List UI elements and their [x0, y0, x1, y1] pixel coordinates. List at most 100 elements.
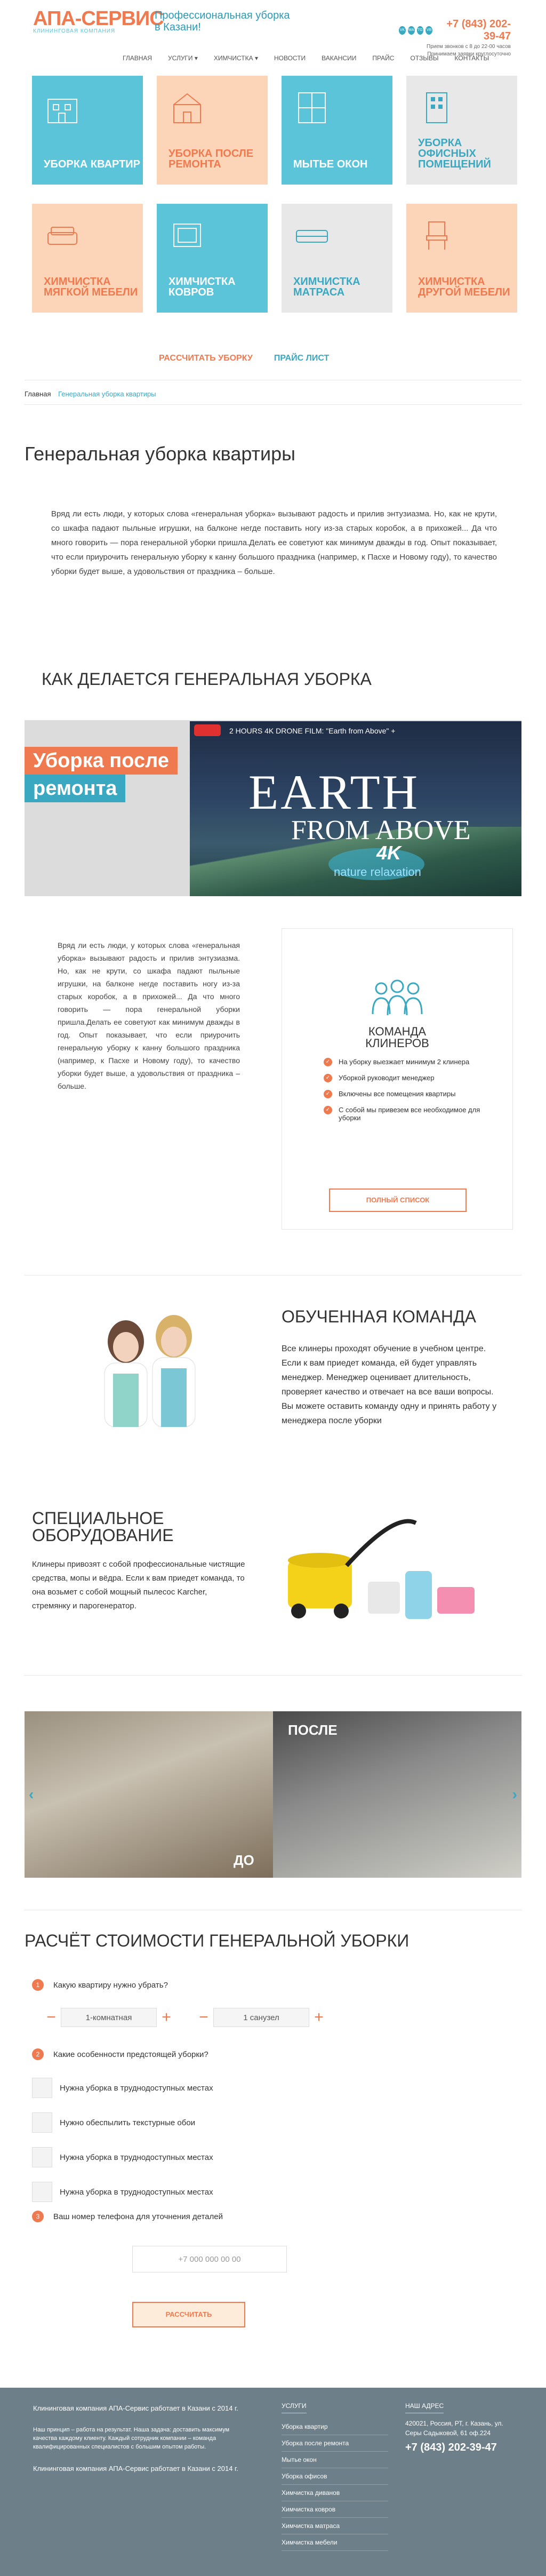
tile-other-furniture[interactable]: Химчистка другой мебели	[406, 204, 517, 313]
check-icon: ✓	[324, 1090, 332, 1098]
check-icon: ✓	[324, 1058, 332, 1066]
nav-item-contacts[interactable]: Контакты	[455, 54, 489, 62]
question-text: Какую квартиру нужно убрать?	[53, 1980, 168, 1990]
viber-icon[interactable]: VB	[425, 26, 433, 35]
phone-field[interactable]: +7 000 000 00 00	[132, 2246, 287, 2272]
baths-plus-button[interactable]: +	[309, 2008, 328, 2027]
tile-label: Химчистка другой мебели	[418, 276, 510, 298]
option-row[interactable]: Нужна уборка в труднодоступных местах	[32, 2147, 213, 2167]
nav-item-news[interactable]: Новости	[274, 54, 306, 62]
tile-mattress-cleaning[interactable]: Химчистка матраса	[282, 204, 392, 313]
footer-services-title: Услуги	[282, 2402, 307, 2413]
slider-prev-icon[interactable]: ‹	[29, 1786, 34, 1803]
equipment-photo	[288, 1519, 475, 1619]
header-phone[interactable]: +7 (843) 202-39-47	[438, 18, 511, 43]
intro-paragraph: Вряд ли есть люди, у которых слова «гене…	[51, 509, 497, 576]
price-link[interactable]: Прайс лист	[274, 354, 329, 363]
sofa-icon	[47, 227, 77, 245]
question-number: 1	[32, 1979, 44, 1991]
checkbox[interactable]	[32, 2112, 52, 2133]
question-text: Какие особенности предстоящей уборки?	[53, 2049, 208, 2059]
rooms-plus-button[interactable]: +	[157, 2008, 176, 2027]
header-contacts: VK WA TG VB +7 (843) 202-39-47 Прием зво…	[399, 18, 511, 58]
video-4k-badge: 4K	[376, 842, 402, 864]
footer-link[interactable]: Уборка офисов	[282, 2468, 388, 2485]
slider-next-icon[interactable]: ›	[512, 1786, 517, 1803]
question-number: 3	[32, 2211, 44, 2222]
equipment-title-line1: Специальное	[32, 1509, 164, 1528]
vk-icon[interactable]: VK	[399, 26, 406, 35]
question-1: 1 Какую квартиру нужно убрать?	[32, 1979, 168, 1991]
promo-tag-2: ремонта	[25, 775, 126, 802]
renovation-icon	[173, 93, 201, 123]
footer-link[interactable]: Химчистка матраса	[282, 2518, 388, 2534]
footer-link[interactable]: Химчистка мебели	[282, 2534, 388, 2551]
breadcrumb-home[interactable]: Главная	[25, 390, 51, 398]
tile-office-cleaning[interactable]: Уборка офисных помещений	[406, 76, 517, 185]
feature-text: Уборкой руководит менеджер	[339, 1074, 435, 1082]
team-title: Команда клинеров	[282, 1026, 512, 1049]
footer-link[interactable]: Уборка квартир	[282, 2419, 388, 2435]
checkbox[interactable]	[32, 2078, 52, 2098]
baths-value[interactable]: 1 санузел	[213, 2008, 309, 2027]
mattress-icon	[296, 230, 328, 243]
tagline: Профессиональная уборка в Казани!	[155, 10, 290, 33]
rooms-value[interactable]: 1-комнатная	[61, 2008, 157, 2027]
cleaners-photo	[104, 1315, 196, 1427]
nav-item-reviews[interactable]: Отзывы	[410, 54, 438, 62]
before-after-slider: ДО ПОСЛЕ ‹ ›	[25, 1711, 521, 1878]
baths-minus-button[interactable]: −	[194, 2008, 213, 2027]
window-icon	[298, 92, 326, 123]
nav-item-drycleaning[interactable]: Химчистка ▾	[214, 54, 258, 62]
option-label: Нужна уборка в труднодоступных местах	[60, 2152, 213, 2162]
tile-label: Химчистка ковров	[168, 276, 236, 298]
footer-about-3: Клининговая компания АПА-Сервис работает…	[33, 2465, 238, 2473]
nav-item-services[interactable]: Услуги ▾	[168, 54, 198, 62]
footer-link[interactable]: Уборка после ремонта	[282, 2435, 388, 2452]
feature-text: На уборку выезжает минимум 2 клинера	[339, 1058, 470, 1066]
footer-link[interactable]: Химчистка диванов	[282, 2485, 388, 2501]
footer-address-text: 420021, Россия, РТ, г. Казань, ул. Серы …	[405, 2420, 503, 2437]
apartment-icon	[47, 99, 77, 123]
nav-item-home[interactable]: Главная	[123, 54, 152, 62]
full-list-button[interactable]: Полный список	[329, 1189, 467, 1212]
checkbox[interactable]	[32, 2147, 52, 2167]
tile-apartment-cleaning[interactable]: Уборка квартир	[32, 76, 143, 185]
logo[interactable]: АПА-СЕРВИС клининговая компания	[33, 7, 164, 34]
video-brand: nature relaxation	[334, 865, 421, 879]
team-card: Команда клинеров ✓ На уборку выезжает мин…	[282, 928, 513, 1230]
logo-text: АПА-СЕРВИС	[33, 7, 164, 30]
tile-label: Уборка квартир	[44, 158, 141, 170]
tile-label: Химчистка мягкой мебели	[44, 276, 138, 298]
trained-text: Все клинеры проходят обучение в учебном …	[282, 1344, 497, 1425]
footer-about-1: Клининговая компания АПА-Сервис работает…	[33, 2404, 238, 2412]
tile-window-washing[interactable]: Мытье окон	[282, 76, 392, 185]
footer-link[interactable]: Химчистка ковров	[282, 2501, 388, 2518]
footer-address: Наш адрес 420021, Россия, РТ, г. Казань,…	[405, 2402, 512, 2453]
tile-label: Уборка офисных помещений	[418, 137, 491, 170]
whatsapp-icon[interactable]: WA	[407, 26, 415, 35]
nav-item-price[interactable]: Прайс	[372, 54, 394, 62]
question-number: 2	[32, 2048, 44, 2060]
calculate-button[interactable]: Рассчитать	[132, 2302, 245, 2327]
calc-title: Расчёт стоимости генеральной уборки	[25, 1931, 410, 1950]
option-row[interactable]: Нужна уборка в труднодоступных местах	[32, 2182, 213, 2202]
nav-item-vacancies[interactable]: Вакансии	[322, 54, 356, 62]
option-row[interactable]: Нужна уборка в труднодоступных местах	[32, 2078, 213, 2098]
tile-soft-furniture[interactable]: Химчистка мягкой мебели	[32, 204, 143, 313]
tile-after-renovation[interactable]: Уборка после ремонта	[157, 76, 268, 185]
option-label: Нужно обеспылить текстурные обои	[60, 2118, 196, 2127]
telegram-icon[interactable]: TG	[416, 26, 424, 35]
rooms-minus-button[interactable]: −	[42, 2008, 61, 2027]
option-row[interactable]: Нужно обеспылить текстурные обои	[32, 2112, 195, 2133]
footer-link[interactable]: Мытье окон	[282, 2452, 388, 2468]
video-player[interactable]: 2 HOURS 4K DRONE FILM: "Earth from Above…	[190, 721, 521, 896]
checkbox[interactable]	[32, 2182, 52, 2202]
footer-about-2: Наш принцип – работа на результат. Наша …	[33, 2427, 230, 2450]
video-title: 2 HOURS 4K DRONE FILM: "Earth from Above…	[229, 727, 396, 735]
calc-link[interactable]: Рассчитать уборку	[159, 354, 253, 363]
team-title-line1: Команда	[368, 1025, 427, 1038]
tile-carpet-cleaning[interactable]: Химчистка ковров	[157, 204, 268, 313]
team-features: ✓ На уборку выезжает минимум 2 клинера ✓ У…	[324, 1058, 484, 1129]
footer-phone[interactable]: +7 (843) 202-39-47	[405, 2442, 512, 2453]
